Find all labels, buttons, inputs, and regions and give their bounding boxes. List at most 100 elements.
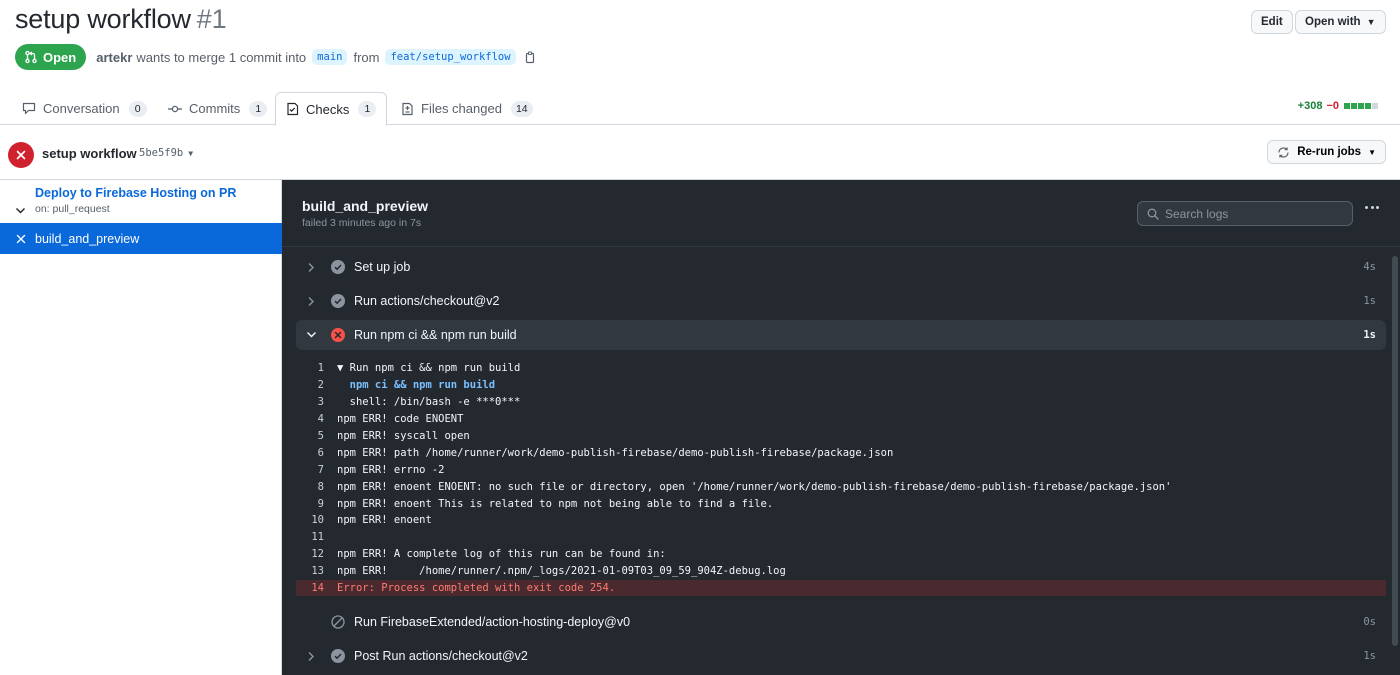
step-post-checkout[interactable]: Post Run actions/checkout@v2 1s [296, 641, 1386, 671]
chevron-down-icon[interactable] [15, 202, 26, 220]
author-link[interactable]: artekr [96, 50, 132, 65]
step-duration: 1s [1363, 329, 1376, 341]
sync-icon [1278, 146, 1289, 158]
line-number[interactable]: 9 [296, 498, 337, 510]
skipped-icon [331, 615, 345, 629]
step-name: Run npm ci && npm run build [354, 328, 517, 342]
from-text: from [353, 49, 380, 65]
log-line: 6 npm ERR! path /home/runner/work/demo-pu… [296, 444, 1386, 461]
line-number[interactable]: 6 [296, 447, 337, 459]
check-circle-icon [331, 649, 345, 663]
tab-conversation-label: Conversation [43, 101, 120, 116]
log-line: 11 [296, 529, 1386, 546]
divider [282, 246, 1400, 247]
search-logs-input[interactable] [1165, 206, 1345, 221]
step-duration: 1s [1363, 295, 1376, 307]
x-circle-icon [331, 328, 345, 342]
search-logs[interactable] [1137, 201, 1353, 226]
pr-tabs: Conversation 0 Commits 1 Checks 1 Files … [0, 92, 1400, 126]
line-number[interactable]: 7 [296, 464, 337, 476]
sidebar-job-label: build_and_preview [35, 231, 140, 246]
open-with-button[interactable]: Open with ▼ [1295, 10, 1386, 34]
line-text: npm ERR! /home/runner/.npm/_logs/2021-01… [337, 565, 786, 578]
chevron-down-icon [302, 331, 320, 339]
log-line: 7 npm ERR! errno -2 [296, 461, 1386, 478]
step-duration: 0s [1363, 616, 1376, 628]
pr-state-row: Open artekr wants to merge 1 commit into… [15, 44, 536, 70]
chevron-right-icon [302, 296, 320, 307]
line-number[interactable]: 10 [296, 514, 337, 526]
log-output: 1 ▼ Run npm ci && npm run build 2 npm ci … [296, 360, 1386, 597]
line-text: npm ERR! errno -2 [337, 463, 445, 476]
head-branch[interactable]: feat/setup_workflow [385, 49, 516, 65]
line-number[interactable]: 8 [296, 481, 337, 493]
line-number[interactable]: 5 [296, 430, 337, 442]
tab-commits-count: 1 [249, 100, 268, 117]
diffstat-block [1372, 103, 1378, 109]
tab-commits-label: Commits [189, 101, 241, 116]
chevron-right-icon [302, 651, 320, 662]
log-line: 10 npm ERR! enoent [296, 512, 1386, 529]
log-line: 2 npm ci && npm run build [296, 377, 1386, 394]
step-name: Run FirebaseExtended/action-hosting-depl… [354, 615, 631, 629]
line-text: npm ERR! code ENOENT [337, 413, 464, 426]
step-name: Post Run actions/checkout@v2 [354, 649, 528, 663]
step-hosting-deploy[interactable]: Run FirebaseExtended/action-hosting-depl… [296, 607, 1386, 637]
line-text: ▼ Run npm ci && npm run build [337, 362, 521, 375]
diffstat-additions: +308 [1297, 100, 1323, 112]
line-number[interactable]: 4 [296, 413, 337, 425]
edit-button-label: Edit [1261, 16, 1283, 28]
line-number[interactable]: 11 [296, 531, 337, 543]
line-number[interactable]: 2 [296, 379, 337, 391]
diffstat-block [1365, 103, 1371, 109]
pr-title-text: setup workflow [15, 4, 191, 34]
line-number[interactable]: 13 [296, 565, 337, 577]
check-circle-icon [331, 294, 345, 308]
kebab-menu-icon[interactable] [1365, 206, 1379, 209]
line-text: npm ERR! path /home/runner/work/demo-pub… [337, 446, 894, 459]
diffstat-deletions: −0 [1326, 100, 1339, 112]
open-with-label: Open with [1305, 16, 1361, 28]
log-line: 9 npm ERR! enoent This is related to npm … [296, 495, 1386, 512]
line-number[interactable]: 3 [296, 396, 337, 408]
copy-icon[interactable] [524, 51, 536, 64]
tab-conversation-count: 0 [128, 100, 147, 117]
commit-icon [168, 105, 182, 112]
tab-checks[interactable]: Checks 1 [275, 92, 388, 126]
sidebar-job-build-and-preview[interactable]: build_and_preview [0, 223, 282, 254]
edit-button[interactable]: Edit [1251, 10, 1293, 34]
step-checkout[interactable]: Run actions/checkout@v2 1s [296, 286, 1386, 316]
line-number[interactable]: 12 [296, 548, 337, 560]
base-branch[interactable]: main [312, 49, 348, 65]
search-icon [1147, 208, 1159, 220]
rerun-jobs-button[interactable]: Re-run jobs ▼ [1267, 140, 1386, 164]
line-text: npm ERR! enoent [337, 514, 432, 527]
step-set-up-job[interactable]: Set up job 4s [296, 252, 1386, 282]
tab-files-changed-count: 14 [510, 100, 533, 117]
workflow-group-title[interactable]: Deploy to Firebase Hosting on PR [35, 186, 236, 200]
workflow-trigger: on: pull_request [35, 203, 110, 215]
step-name: Run actions/checkout@v2 [354, 294, 500, 308]
file-diff-icon [402, 102, 413, 115]
commit-sha-dropdown[interactable]: 5be5f9b ▼ [139, 147, 193, 159]
step-npm-build[interactable]: Run npm ci && npm run build 1s [296, 320, 1386, 350]
x-icon [16, 234, 26, 244]
log-line: 8 npm ERR! enoent ENOENT: no such file or… [296, 478, 1386, 495]
line-text: npm ERR! enoent This is related to npm n… [337, 497, 774, 510]
caret-down-icon: ▼ [188, 148, 194, 158]
rerun-jobs-label: Re-run jobs [1297, 146, 1362, 158]
caret-down-icon: ▼ [1368, 147, 1376, 157]
line-text: npm ERR! syscall open [337, 430, 470, 442]
log-line: 13 npm ERR! /home/runner/.npm/_logs/2021-… [296, 563, 1386, 580]
line-number[interactable]: 14 [296, 582, 337, 594]
log-line: 12 npm ERR! A complete log of this run ca… [296, 546, 1386, 563]
log-scrollbar[interactable] [1392, 256, 1398, 646]
line-text: npm ci && npm run build [337, 379, 496, 392]
tab-conversation[interactable]: Conversation 0 [12, 92, 157, 125]
tab-files-changed[interactable]: Files changed 14 [391, 92, 543, 125]
tab-commits[interactable]: Commits 1 [158, 92, 277, 125]
line-number[interactable]: 1 [296, 362, 337, 374]
chevron-right-icon [302, 262, 320, 273]
pull-request-icon [25, 50, 37, 64]
diffstat-block [1358, 103, 1364, 109]
